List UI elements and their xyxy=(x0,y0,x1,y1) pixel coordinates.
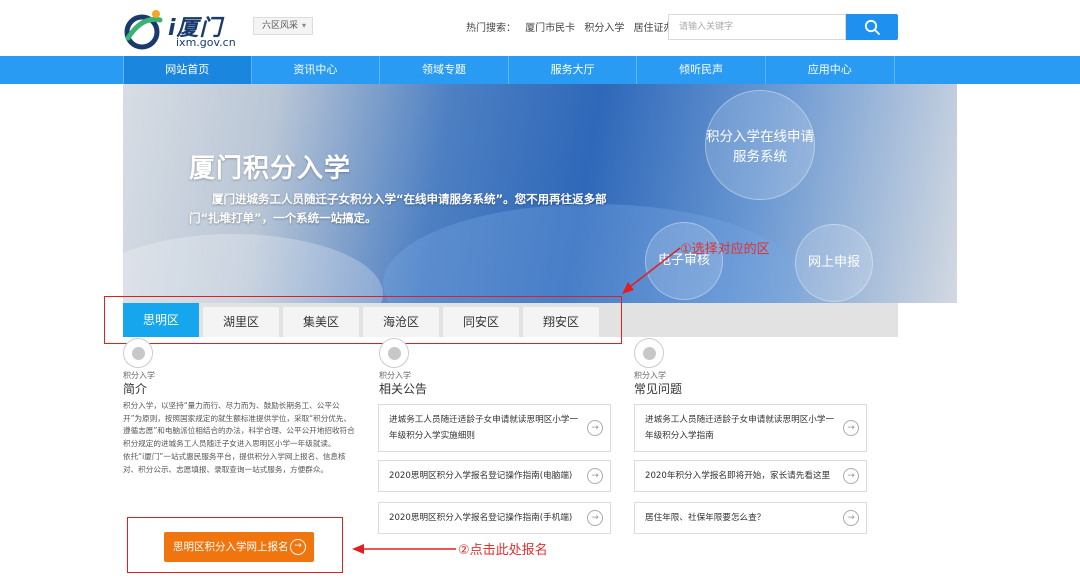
notice-item[interactable]: 进城务工人员随迁适龄子女申请就读思明区小学一年级积分入学实施细则 → xyxy=(378,404,611,452)
logo-url: ixm.gov.cn xyxy=(176,36,236,49)
banner-glow xyxy=(123,234,383,303)
nav-item-topics[interactable]: 领域专题 xyxy=(380,56,509,84)
annotation-box-districts xyxy=(104,296,622,344)
nav-item-public-voice[interactable]: 倾听民声 xyxy=(637,56,766,84)
hot-search-label: 热门搜索： xyxy=(466,23,516,34)
nav-item-apps[interactable]: 应用中心 xyxy=(766,56,895,84)
annotation-arrow-icon xyxy=(622,247,681,294)
region-select-label: 六区风采 xyxy=(262,21,299,31)
nav-item-news[interactable]: 资讯中心 xyxy=(252,56,381,84)
faq-item-text: 2020年积分入学报名即将开始，家长请先看这里 xyxy=(645,471,831,481)
hero-banner: 厦门积分入学 厦门进城务工人员随迁子女积分入学“在线申请服务系统”。您不用再往返… xyxy=(123,84,957,303)
hot-link-citizen-card[interactable]: 厦门市民卡 xyxy=(525,23,575,34)
notice-item-text: 进城务工人员随迁适龄子女申请就读思明区小学一年级积分入学实施细则 xyxy=(389,415,579,441)
notice-item[interactable]: 2020思明区积分入学报名登记操作指南(手机端) → xyxy=(378,502,611,534)
main-nav: 网站首页 资讯中心 领域专题 服务大厅 倾听民声 应用中心 xyxy=(0,56,1080,84)
search-button[interactable] xyxy=(846,14,898,40)
annotation-arrow-left-icon xyxy=(352,544,456,554)
arrow-right-circle-icon: → xyxy=(843,510,859,526)
region-select[interactable]: 六区风采 ▾ xyxy=(253,17,313,35)
intro-icon xyxy=(123,338,153,368)
faq-item[interactable]: 居住年限、社保年限要怎么查？ → xyxy=(634,502,867,534)
nav-item-home[interactable]: 网站首页 xyxy=(123,56,252,84)
notice-item-text: 2020思明区积分入学报名登记操作指南(电脑端) xyxy=(389,471,573,481)
intro-text: 积分入学，以坚持“量力而行、尽力而为、鼓励长期务工、公平公开”为原则，按照国家规… xyxy=(123,400,355,478)
arrow-right-circle-icon: → xyxy=(843,468,859,484)
bubble-online-apply: 网上申报 xyxy=(795,224,873,302)
nav-item-service-hall[interactable]: 服务大厅 xyxy=(509,56,638,84)
notices-heading: 相关公告 xyxy=(379,382,428,396)
bubble-online-system: 积分入学在线申请服务系统 xyxy=(705,90,815,200)
arrow-right-circle-icon: → xyxy=(587,420,603,436)
arrow-right-circle-icon: → xyxy=(843,420,859,436)
intro-paragraph-2: 依托“i厦门”一站式惠民服务平台，提供积分入学网上报名、信息核对、积分公示、志愿… xyxy=(123,452,346,474)
banner-description: 厦门进城务工人员随迁子女积分入学“在线申请服务系统”。您不用再往返多部门“扎堆打… xyxy=(189,192,607,225)
intro-heading: 简介 xyxy=(123,382,148,396)
banner-title: 厦门积分入学 xyxy=(189,154,352,184)
annotation-select-district: ①选择对应的区 xyxy=(680,242,770,257)
faq-item[interactable]: 进城务工人员随迁适龄子女申请就读思明区小学一年级积分入学指南 → xyxy=(634,404,867,452)
annotation-box-register xyxy=(127,517,343,573)
notice-item-text: 2020思明区积分入学报名登记操作指南(手机端) xyxy=(389,513,573,523)
site-header: i厦门 ixm.gov.cn 六区风采 ▾ 热门搜索： 厦门市民卡 积分入学 居… xyxy=(0,0,1080,56)
faq-heading: 常见问题 xyxy=(634,382,683,396)
hot-search: 热门搜索： 厦门市民卡 积分入学 居住证办理 xyxy=(466,19,690,34)
hot-link-points-enrollment[interactable]: 积分入学 xyxy=(584,23,624,34)
news-icon xyxy=(379,338,409,368)
site-logo[interactable]: i厦门 ixm.gov.cn xyxy=(120,6,250,52)
chevron-down-icon: ▾ xyxy=(301,21,306,30)
arrow-right-circle-icon: → xyxy=(587,510,603,526)
notice-item[interactable]: 2020思明区积分入学报名登记操作指南(电脑端) → xyxy=(378,460,611,492)
search-input[interactable]: 请输入关键字 xyxy=(668,14,846,40)
intro-paragraph-1: 积分入学，以坚持“量力而行、尽力而为、鼓励长期务工、公平公开”为原则，按照国家规… xyxy=(123,401,355,448)
faq-item[interactable]: 2020年积分入学报名即将开始，家长请先看这里 → xyxy=(634,460,867,492)
arrow-right-circle-icon: → xyxy=(587,468,603,484)
search-icon xyxy=(864,19,880,35)
logo-emblem-icon xyxy=(124,10,163,50)
faq-icon xyxy=(634,338,664,368)
faq-item-text: 进城务工人员随迁适龄子女申请就读思明区小学一年级积分入学指南 xyxy=(645,415,835,441)
annotation-click-register: ②点击此处报名 xyxy=(458,543,548,558)
faq-item-text: 居住年限、社保年限要怎么查？ xyxy=(645,513,766,523)
